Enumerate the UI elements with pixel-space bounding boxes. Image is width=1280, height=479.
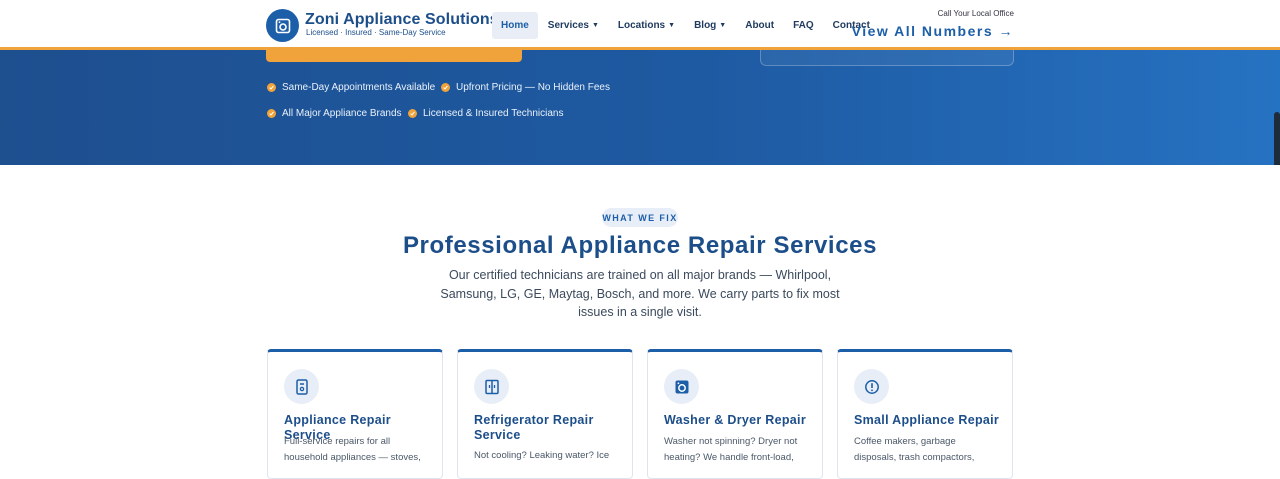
washer-icon xyxy=(664,369,699,404)
refrigerator-icon xyxy=(474,369,509,404)
check-icon xyxy=(441,83,450,92)
nav-item-label: Services xyxy=(547,20,589,31)
feature-same-day: Same-Day Appointments Available xyxy=(267,82,435,93)
nav-item-faq[interactable]: FAQ xyxy=(784,12,823,39)
page-scrollbar[interactable] xyxy=(1274,112,1280,165)
service-card-refrigerator[interactable]: Refrigerator Repair Service Not cooling?… xyxy=(457,349,633,479)
check-icon xyxy=(267,83,276,92)
check-icon xyxy=(408,109,417,118)
check-icon xyxy=(267,109,276,118)
feature-all-brands: All Major Appliance Brands xyxy=(267,108,402,119)
nav-item-blog[interactable]: Blog ▼ xyxy=(685,12,735,39)
card-title: Refrigerator Repair Service xyxy=(474,413,594,442)
card-title: Small Appliance Repair xyxy=(854,413,1000,427)
section-eyebrow: WHAT WE FIX xyxy=(602,208,678,227)
main-nav: Home Services ▼ Locations ▼ Blog ▼ About FA… xyxy=(492,12,880,39)
site-header: Zoni Appliance Solutions Licensed · Insu… xyxy=(0,0,1280,50)
nav-item-services[interactable]: Services ▼ xyxy=(539,12,608,39)
hero-section: Same-Day Appointments Available Upfront … xyxy=(0,50,1280,165)
nav-item-about[interactable]: About xyxy=(736,12,783,39)
service-card-small-appliance[interactable]: Small Appliance Repair Coffee makers, ga… xyxy=(837,349,1013,479)
appliance-icon xyxy=(284,369,319,404)
service-cards: Appliance Repair Service Full-service re… xyxy=(267,349,1014,479)
feature-label: Upfront Pricing — No Hidden Fees xyxy=(456,82,610,93)
nav-item-label: Home xyxy=(501,20,529,31)
nav-item-label: About xyxy=(745,20,775,31)
section-intro: Our certified technicians are trained on… xyxy=(440,268,840,320)
brand-tagline: Licensed · Insured · Same-Day Service xyxy=(306,28,446,37)
feature-licensed: Licensed & Insured Technicians xyxy=(408,108,563,119)
feature-label: Licensed & Insured Technicians xyxy=(423,108,564,119)
feature-label: Same-Day Appointments Available xyxy=(282,82,436,93)
view-all-numbers-link[interactable]: View All Numbers → xyxy=(852,23,1014,39)
feature-upfront-pricing: Upfront Pricing — No Hidden Fees xyxy=(441,82,610,93)
call-label: Call Your Local Office xyxy=(937,9,1014,18)
washer-logo-icon[interactable] xyxy=(266,9,299,42)
nav-item-label: Blog xyxy=(694,20,717,31)
nav-item-home[interactable]: Home xyxy=(492,12,538,39)
service-card-appliance[interactable]: Appliance Repair Service Full-service re… xyxy=(267,349,443,479)
nav-item-label: Locations xyxy=(617,20,666,31)
card-text: Coffee makers, garbage disposals, trash … xyxy=(854,436,975,463)
chevron-down-icon: ▼ xyxy=(668,22,676,29)
chevron-down-icon: ▼ xyxy=(719,22,727,29)
nav-item-label: FAQ xyxy=(793,20,814,31)
card-text: Washer not spinning? Dryer not heating? … xyxy=(664,436,798,463)
card-text: Full-service repairs for all household a… xyxy=(284,436,421,463)
feature-label: All Major Appliance Brands xyxy=(282,108,402,119)
alert-icon xyxy=(854,369,889,404)
brand-name[interactable]: Zoni Appliance Solutions xyxy=(305,11,499,29)
section-title: Professional Appliance Repair Services xyxy=(402,232,878,259)
hero-booking-card xyxy=(760,50,1014,66)
service-card-washer-dryer[interactable]: Washer & Dryer Repair Washer not spinnin… xyxy=(647,349,823,479)
hero-cta-button[interactable] xyxy=(266,50,522,62)
card-text: Not cooling? Leaking water? Ice xyxy=(474,450,610,461)
chevron-down-icon: ▼ xyxy=(591,22,599,29)
nav-item-locations[interactable]: Locations ▼ xyxy=(609,12,684,39)
card-title: Washer & Dryer Repair xyxy=(664,413,806,427)
